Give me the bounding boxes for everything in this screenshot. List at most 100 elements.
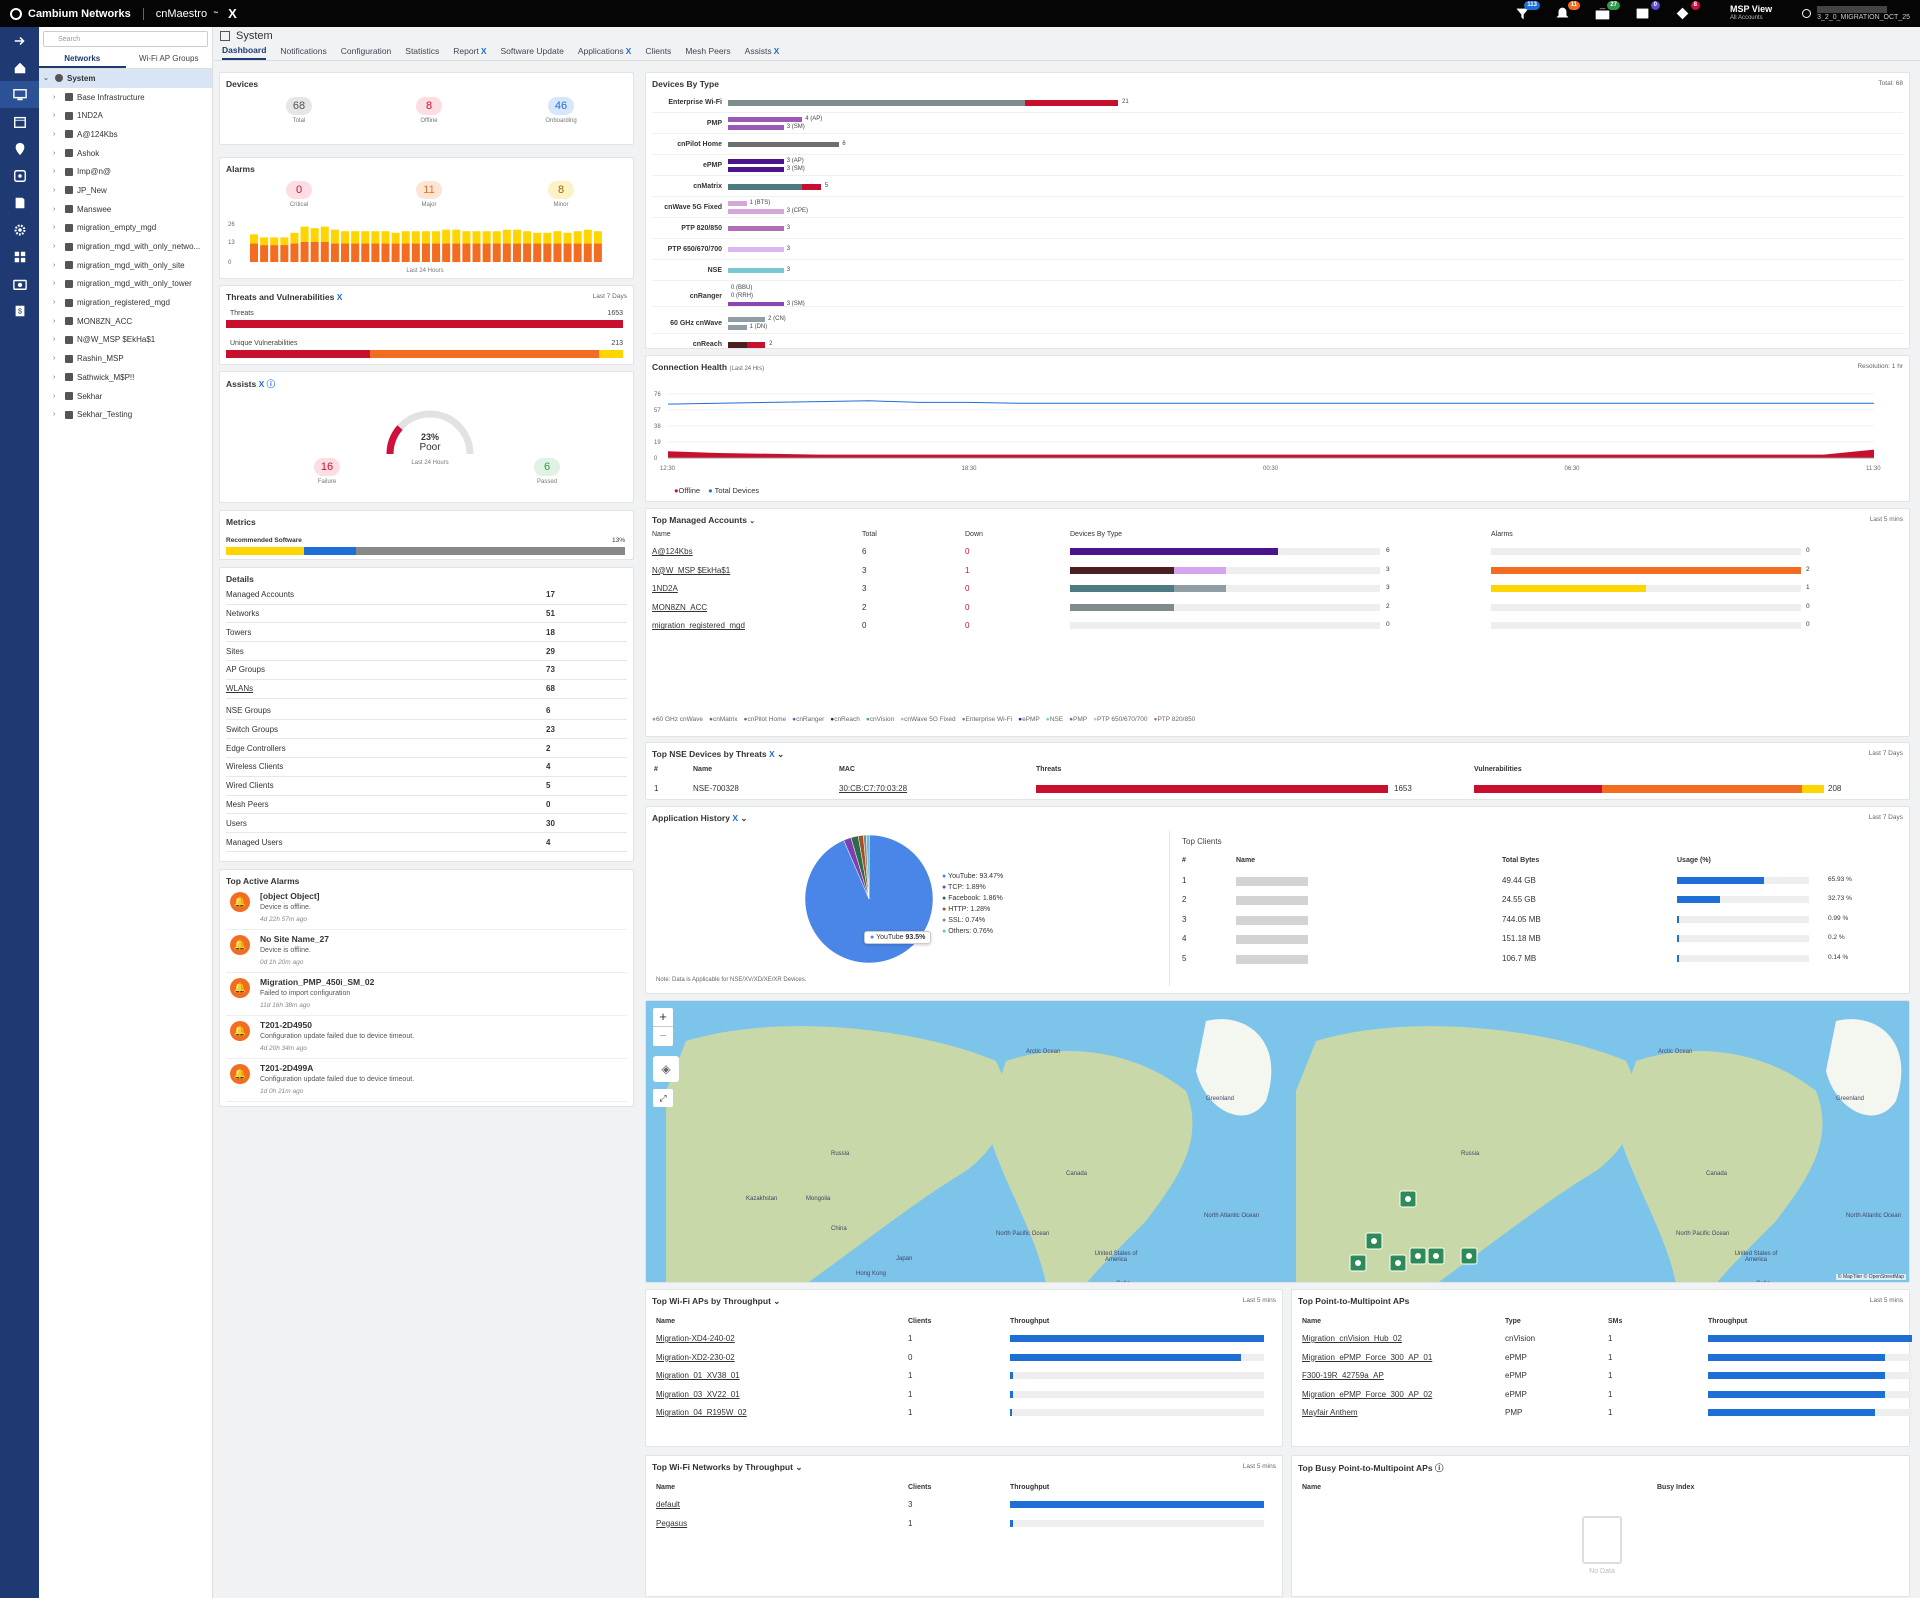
dbt-bar[interactable]: [728, 325, 747, 330]
alarm-item[interactable]: 🔔 No Site Name_27 Device is offline. 0d 1h …: [226, 931, 627, 973]
tma-dev-segment[interactable]: [1174, 585, 1226, 593]
tma-account-link[interactable]: 1ND2A: [652, 584, 678, 593]
throughput-fill[interactable]: [1010, 1501, 1264, 1508]
alarms-icon[interactable]: 11: [1554, 0, 1580, 23]
tab-software-update[interactable]: Software Update: [500, 46, 563, 59]
dbt-bar[interactable]: [728, 184, 803, 190]
dbt-bar[interactable]: [728, 209, 784, 214]
alarm-item[interactable]: 🔔 Migration_PMP_450i_SM_02 Failed to impor…: [226, 974, 627, 1016]
stat-circle[interactable]: 46: [548, 97, 574, 115]
apps-icon[interactable]: [0, 243, 39, 270]
tma-alarm-segment[interactable]: [1491, 566, 1801, 574]
tree-item[interactable]: › N@W_MSP $EkHa$1: [39, 331, 212, 350]
tma-account-link[interactable]: A@124Kbs: [652, 547, 693, 556]
ap-name-link[interactable]: Migration_01_XV38_01: [656, 1371, 740, 1380]
tree-item[interactable]: › MON8ZN_ACC: [39, 312, 212, 331]
tab-applications[interactable]: Applications X: [578, 46, 632, 59]
stat-circle[interactable]: 11: [416, 181, 442, 199]
collapse-arrow-icon[interactable]: [0, 27, 39, 54]
chevron-right-icon[interactable]: ›: [53, 131, 61, 138]
tma-legend-item[interactable]: ●PTP 650/670/700: [1093, 716, 1147, 723]
ap-name-link[interactable]: Migration-XD2-230-02: [656, 1353, 735, 1362]
nse-x-icon[interactable]: X: [769, 749, 775, 759]
throughput-fill[interactable]: [1010, 1372, 1013, 1379]
alarm-item[interactable]: 🔔 T201-2D4950 Configuration update failed …: [226, 1017, 627, 1059]
chevron-right-icon[interactable]: ›: [53, 243, 61, 250]
chevron-right-icon[interactable]: ›: [53, 206, 61, 213]
tma-legend-item[interactable]: ●NSE: [1046, 716, 1063, 723]
tab-notifications[interactable]: Notifications: [280, 46, 326, 59]
msp-view-selector[interactable]: MSP View All Accounts: [1714, 4, 1772, 23]
billing-icon[interactable]: $: [0, 297, 39, 324]
throughput-fill[interactable]: [1708, 1335, 1912, 1342]
tma-legend-item[interactable]: ●Enterprise Wi-Fi: [962, 716, 1013, 723]
tma-legend-item[interactable]: ●PMP: [1069, 716, 1087, 723]
chevron-right-icon[interactable]: ›: [53, 411, 61, 418]
chevron-down-icon[interactable]: ⌄: [43, 74, 51, 82]
app-x-icon[interactable]: X: [732, 813, 738, 823]
zoom-in-button[interactable]: +: [653, 1008, 673, 1027]
calendar-icon[interactable]: [0, 108, 39, 135]
tma-dev-segment[interactable]: [1174, 566, 1226, 574]
busy-info-icon[interactable]: ⓘ: [1435, 1463, 1444, 1473]
location-pin-icon[interactable]: [0, 135, 39, 162]
chevron-right-icon[interactable]: ›: [53, 224, 61, 231]
tree-item[interactable]: › A@124Kbs: [39, 125, 212, 144]
ap-name-link[interactable]: Migration_04_R195W_02: [656, 1408, 747, 1417]
dbt-bar[interactable]: [746, 342, 766, 348]
pie-legend-item[interactable]: ● YouTube: 93.47%: [942, 871, 1003, 882]
stat-circle[interactable]: 8: [548, 181, 574, 199]
tree-item[interactable]: › Ashok: [39, 144, 212, 163]
tab-wifi-ap-groups[interactable]: Wi-Fi AP Groups: [126, 51, 213, 68]
user-menu[interactable]: 3_2_0_MIGRATION_OCT_25: [1794, 6, 1910, 21]
tab-statistics[interactable]: Statistics: [405, 46, 439, 59]
zoom-out-button[interactable]: −: [653, 1027, 673, 1045]
updates-icon[interactable]: 27: [1594, 0, 1620, 23]
tree-item[interactable]: › JP_New: [39, 181, 212, 200]
dbt-bar[interactable]: [728, 268, 784, 273]
search-input[interactable]: Search: [43, 31, 208, 47]
tma-dev-segment[interactable]: [1070, 566, 1174, 574]
alarm-item[interactable]: 🔔 T201-2D499A Configuration update failed …: [226, 1060, 627, 1102]
chevron-right-icon[interactable]: ›: [53, 318, 61, 325]
tab-mesh-peers[interactable]: Mesh Peers: [685, 46, 730, 59]
wifi-net-chevron-icon[interactable]: ⌄: [795, 1462, 802, 1472]
dbt-bar[interactable]: [728, 317, 766, 322]
ptmp-name-link[interactable]: Mayfair Anthem: [1302, 1408, 1358, 1417]
ap-name-link[interactable]: Migration_03_XV22_01: [656, 1390, 740, 1399]
map-card[interactable]: Arctic Ocean Greenland North Pacific Ocean…: [645, 1000, 1910, 1283]
tasks-icon[interactable]: 0: [1634, 0, 1660, 23]
device-icon[interactable]: [0, 162, 39, 189]
tab-assists[interactable]: Assists X: [745, 46, 780, 59]
tma-dev-segment[interactable]: [1070, 603, 1174, 611]
tma-legend-item[interactable]: ●ePMP: [1018, 716, 1040, 723]
layers-button[interactable]: ◈: [653, 1056, 679, 1082]
throughput-fill[interactable]: [1708, 1372, 1886, 1379]
tree-item[interactable]: › Rashin_MSP: [39, 349, 212, 368]
chevron-right-icon[interactable]: ›: [53, 187, 61, 194]
chevron-right-icon[interactable]: ›: [53, 280, 61, 287]
tma-legend-item[interactable]: ●PTP 820/850: [1154, 716, 1196, 723]
info-icon[interactable]: ⓘ: [267, 379, 276, 389]
tab-clients[interactable]: Clients: [645, 46, 671, 59]
throughput-fill[interactable]: [1708, 1353, 1886, 1361]
app-chevron-icon[interactable]: ⌄: [740, 813, 747, 823]
dbt-bar[interactable]: [728, 117, 803, 122]
stat-circle[interactable]: 16: [314, 458, 340, 476]
throughput-fill[interactable]: [1010, 1409, 1012, 1416]
dbt-bar[interactable]: [728, 159, 784, 164]
pie-legend-item[interactable]: ● TCP: 1.89%: [942, 882, 1003, 893]
tree-item[interactable]: › migration_mgd_with_only_netwo...: [39, 237, 212, 256]
network-name-link[interactable]: default: [656, 1500, 680, 1509]
ptmp-name-link[interactable]: Migration_ePMP_Force_300_AP_01: [1302, 1353, 1432, 1362]
wifi-aps-chevron-icon[interactable]: ⌄: [773, 1296, 780, 1306]
ap-name-link[interactable]: Migration-XD4-240-02: [656, 1334, 735, 1343]
tma-account-link[interactable]: MON8ZN_ACC: [652, 603, 707, 612]
tma-legend-item[interactable]: ●60 GHz cnWave: [652, 716, 703, 723]
pie-legend-item[interactable]: ● HTTP: 1.28%: [942, 904, 1003, 915]
tree-item[interactable]: › migration_mgd_with_only_site: [39, 256, 212, 275]
pie-legend-item[interactable]: ● Others: 0.76%: [942, 926, 1003, 937]
tree-item[interactable]: › migration_registered_mgd: [39, 293, 212, 312]
tree-item[interactable]: › Manswee: [39, 200, 212, 219]
tab-report[interactable]: Report X: [453, 46, 486, 59]
